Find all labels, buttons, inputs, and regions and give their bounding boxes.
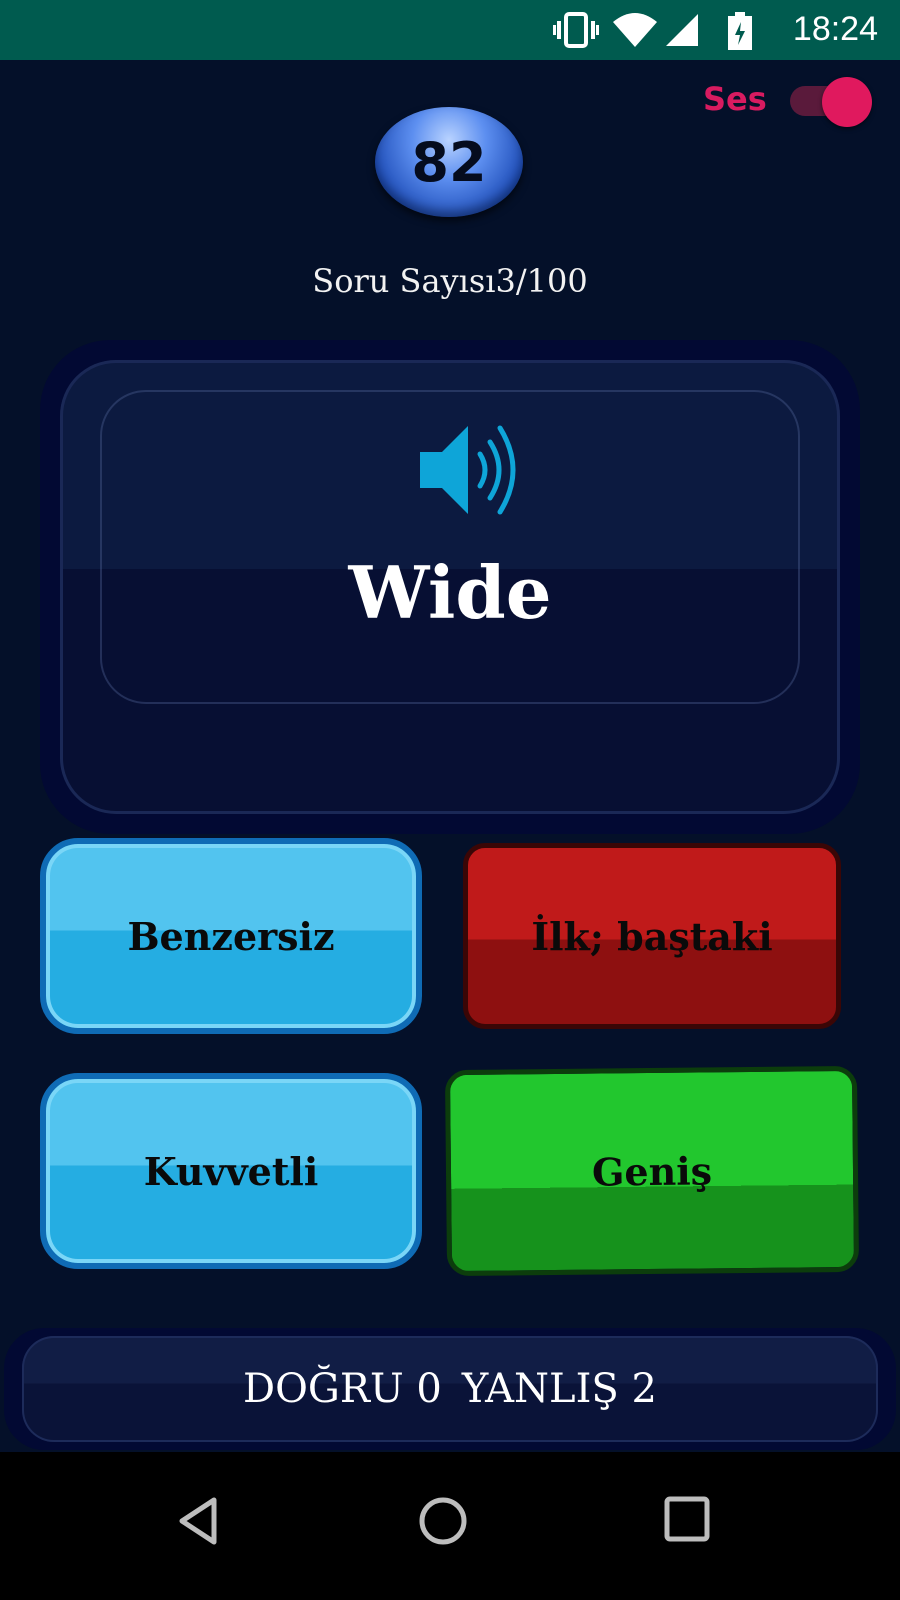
score-value: 82 — [411, 130, 487, 194]
back-icon[interactable] — [176, 1496, 220, 1546]
vibrate-icon — [553, 12, 599, 48]
battery-charging-icon — [728, 12, 752, 50]
answer-button-4[interactable]: Geniş — [444, 1065, 860, 1277]
score-summary-bar: DOĞRU 0 YANLIŞ 2 — [4, 1328, 896, 1450]
question-word: Wide — [348, 550, 552, 635]
correct-count: DOĞRU 0 — [243, 1366, 442, 1412]
signal-icon — [666, 14, 698, 46]
question-counter: Soru Sayısı3/100 — [312, 262, 588, 300]
word-card-inner: Wide — [60, 360, 840, 814]
navigation-bar — [0, 1452, 900, 1600]
home-icon[interactable] — [418, 1496, 468, 1546]
answer-button-3[interactable]: Kuvvetli — [40, 1073, 422, 1269]
answer-label: Kuvvetli — [143, 1148, 319, 1194]
wifi-icon — [613, 13, 657, 47]
word-card: Wide — [40, 340, 860, 834]
wrong-count: YANLIŞ 2 — [461, 1366, 657, 1412]
recents-icon[interactable] — [664, 1496, 710, 1542]
score-summary: DOĞRU 0 YANLIŞ 2 — [22, 1336, 878, 1442]
sound-toggle-thumb[interactable] — [822, 77, 872, 127]
answer-label: İlk; baştaki — [531, 913, 773, 959]
sound-toggle-label: Ses — [703, 80, 767, 118]
score-badge: 82 — [375, 107, 523, 217]
status-bar: 18:24 — [0, 0, 900, 60]
speaker-icon[interactable] — [416, 420, 520, 520]
answer-button-1[interactable]: Benzersiz — [40, 838, 422, 1034]
answer-button-2[interactable]: İlk; baştaki — [463, 843, 841, 1029]
answer-label: Benzersiz — [127, 913, 335, 959]
clock: 18:24 — [792, 10, 878, 48]
answer-label: Geniş — [591, 1147, 713, 1195]
